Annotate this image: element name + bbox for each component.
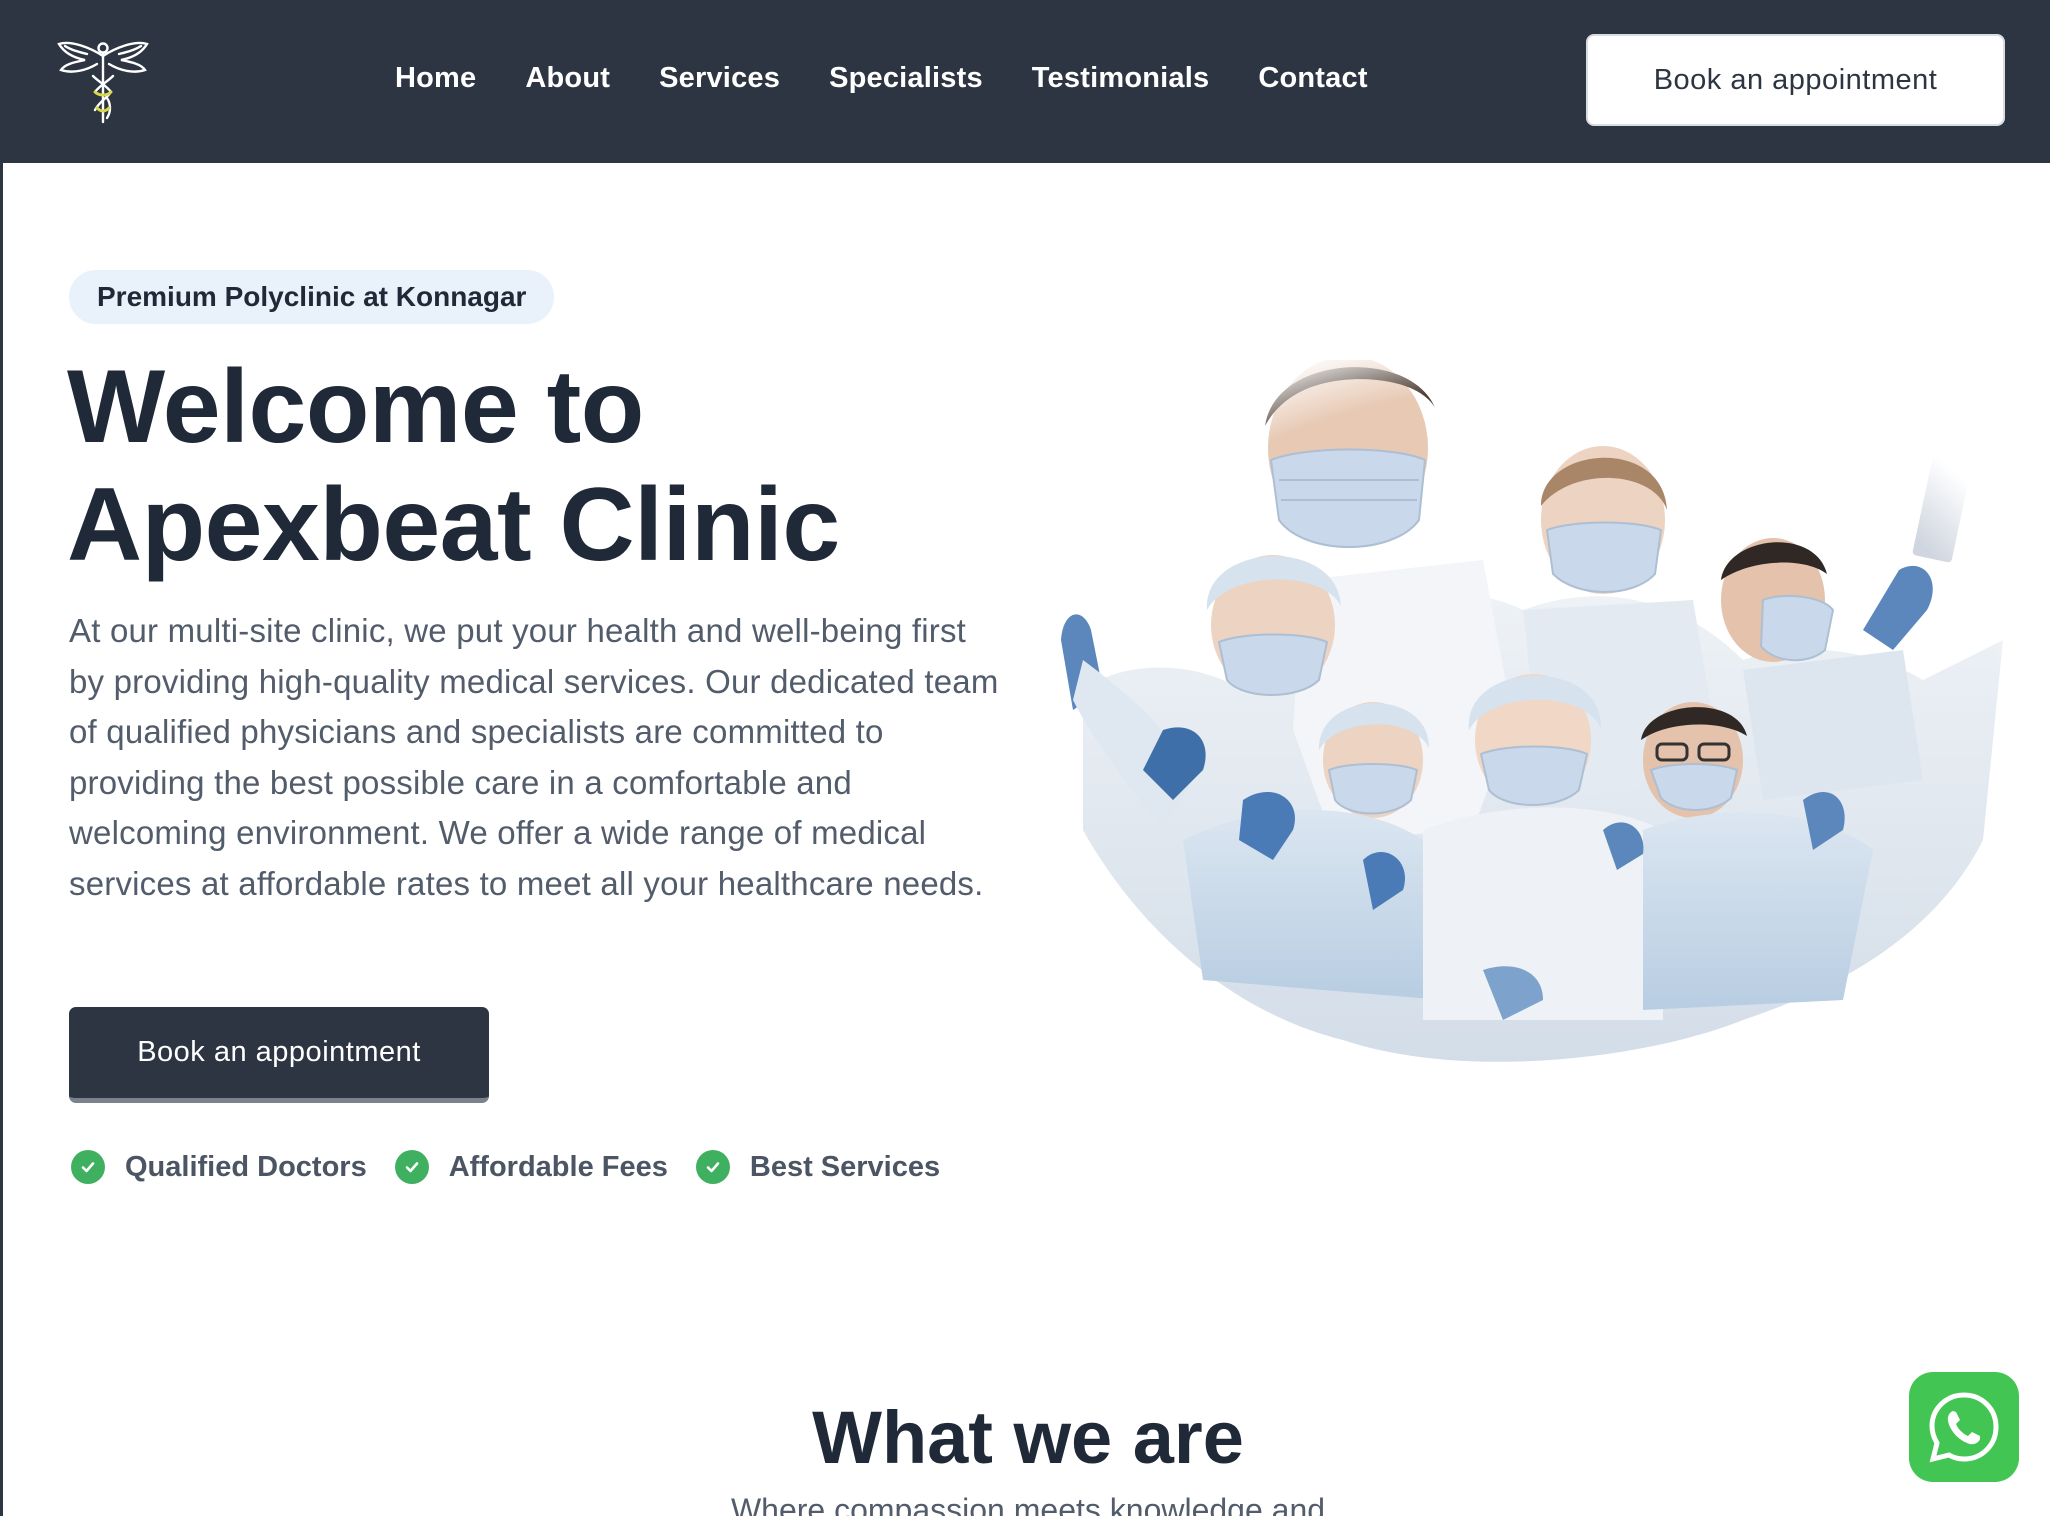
- nav-link-services[interactable]: Services: [659, 58, 780, 98]
- location-badge: Premium Polyclinic at Konnagar: [69, 270, 555, 324]
- section-title-what-we-are: What we are: [812, 1396, 1244, 1479]
- whatsapp-icon: [1929, 1392, 1999, 1463]
- site-header: Home About Services Specialists Testimon…: [3, 0, 2050, 163]
- medical-team-image: [1043, 360, 2003, 1090]
- check-circle-icon: [695, 1150, 730, 1184]
- check-circle-icon: [394, 1150, 429, 1184]
- hero-book-appointment-button[interactable]: Book an appointment: [69, 1007, 489, 1103]
- check-circle-icon: [71, 1150, 105, 1184]
- feature-item-affordable-fees: Affordable Fees: [394, 1150, 668, 1184]
- feature-list: Qualified Doctors Affordable Fees Best S…: [71, 1150, 968, 1184]
- clinic-logo-icon[interactable]: [51, 34, 155, 126]
- feature-label: Best Services: [749, 1150, 941, 1183]
- nav-link-testimonials[interactable]: Testimonials: [1032, 58, 1210, 98]
- hero-description: At our multi-site clinic, we put your he…: [69, 612, 999, 902]
- header-book-appointment-button[interactable]: Book an appointment: [1586, 34, 2005, 126]
- whatsapp-chat-button[interactable]: [1909, 1372, 2019, 1482]
- hero-title: Welcome to Apexbeat Clinic: [67, 349, 840, 583]
- feature-item-qualified-doctors: Qualified Doctors: [71, 1150, 367, 1184]
- page: Home About Services Specialists Testimon…: [0, 0, 2050, 1516]
- main-nav: Home About Services Specialists Testimon…: [395, 58, 1417, 98]
- section-subtitle: Where compassion meets knowledge and: [730, 1492, 1326, 1516]
- nav-link-specialists[interactable]: Specialists: [829, 58, 983, 98]
- feature-label: Qualified Doctors: [125, 1150, 367, 1183]
- feature-label: Affordable Fees: [448, 1150, 668, 1183]
- nav-link-about[interactable]: About: [525, 58, 610, 98]
- feature-item-best-services: Best Services: [695, 1150, 941, 1184]
- nav-link-contact[interactable]: Contact: [1258, 58, 1367, 98]
- nav-link-home[interactable]: Home: [395, 58, 476, 98]
